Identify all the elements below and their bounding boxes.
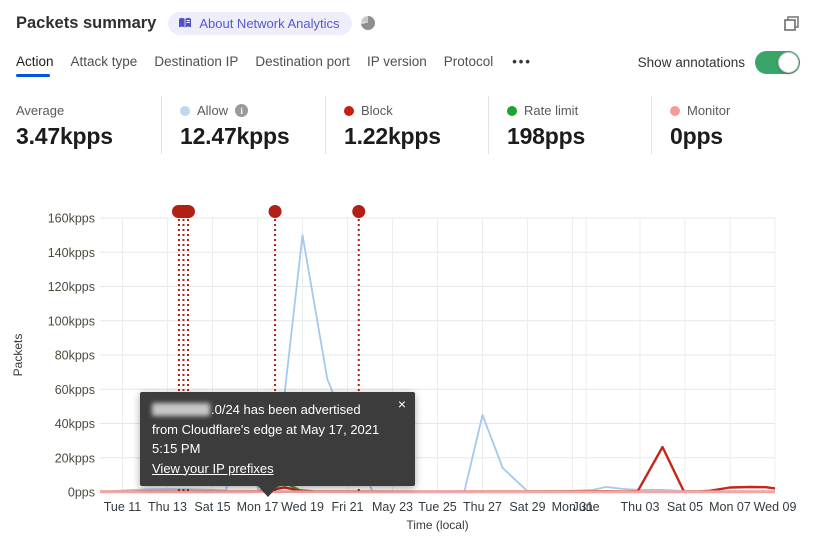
svg-text:Fri 21: Fri 21 <box>332 500 364 514</box>
svg-text:Tue 11: Tue 11 <box>104 500 142 514</box>
svg-text:60kpps: 60kpps <box>55 383 95 397</box>
svg-text:Wed 09: Wed 09 <box>754 500 797 514</box>
svg-text:Wed 19: Wed 19 <box>281 500 324 514</box>
svg-text:June: June <box>572 500 599 514</box>
svg-text:Tue 25: Tue 25 <box>418 500 457 514</box>
svg-text:20kpps: 20kpps <box>55 451 95 465</box>
tooltip-text: .0/24 has been advertised from Cloudflar… <box>152 402 380 456</box>
svg-text:Mon 07: Mon 07 <box>709 500 751 514</box>
svg-text:Thu 27: Thu 27 <box>463 500 502 514</box>
svg-text:80kpps: 80kpps <box>55 349 95 363</box>
svg-text:Sat 05: Sat 05 <box>667 500 703 514</box>
svg-text:100kpps: 100kpps <box>48 314 95 328</box>
svg-text:May 23: May 23 <box>372 500 413 514</box>
svg-text:40kpps: 40kpps <box>55 417 95 431</box>
svg-text:140kpps: 140kpps <box>48 246 95 260</box>
svg-text:Packets: Packets <box>11 334 25 377</box>
view-ip-prefixes-link[interactable]: View your IP prefixes <box>152 461 274 476</box>
svg-text:160kpps: 160kpps <box>48 212 95 226</box>
tooltip-close-icon[interactable]: × <box>398 396 406 413</box>
packets-summary-panel: Packets summary About Network Analytics … <box>0 0 816 545</box>
svg-text:Thu 03: Thu 03 <box>621 500 660 514</box>
svg-text:120kpps: 120kpps <box>48 280 95 294</box>
svg-text:0pps: 0pps <box>68 486 95 500</box>
svg-text:Sat 15: Sat 15 <box>194 500 230 514</box>
redacted-ip-prefix <box>152 403 210 416</box>
svg-text:Thu 13: Thu 13 <box>148 500 187 514</box>
annotation-tooltip: × .0/24 has been advertised from Cloudfl… <box>140 392 415 497</box>
svg-text:Sat 29: Sat 29 <box>509 500 545 514</box>
svg-text:Mon 17: Mon 17 <box>237 500 279 514</box>
svg-text:Time (local): Time (local) <box>406 518 468 532</box>
